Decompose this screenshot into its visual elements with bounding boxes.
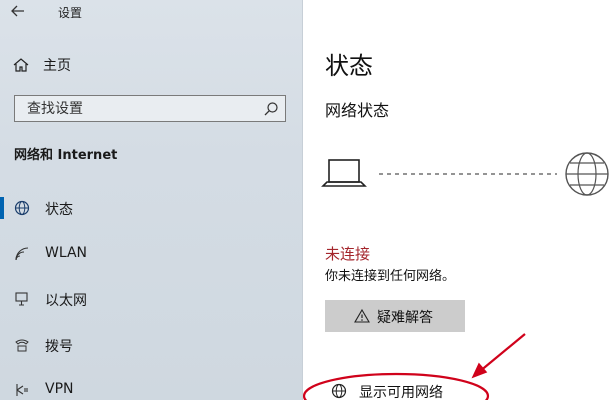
- search-box[interactable]: [14, 95, 286, 122]
- network-diagram: [321, 152, 609, 196]
- annotation-arrow: [471, 333, 526, 379]
- wifi-icon: [14, 246, 32, 262]
- search-input[interactable]: [27, 100, 257, 118]
- vpn-icon: [14, 382, 32, 398]
- troubleshoot-label: 疑难解答: [377, 310, 433, 326]
- sidebar-item-label: 状态: [45, 202, 73, 218]
- sidebar-item-vpn[interactable]: VPN: [0, 375, 300, 400]
- show-networks-label: 显示可用网络: [359, 385, 443, 400]
- home-label: 主页: [43, 58, 71, 74]
- sidebar-item-wlan[interactable]: WLAN: [0, 239, 300, 269]
- page-title: 状态: [325, 52, 373, 80]
- search-icon[interactable]: [263, 101, 279, 117]
- warning-icon: [354, 308, 370, 324]
- section-header: 网络和 Internet: [14, 148, 118, 163]
- connection-status: 未连接: [325, 245, 371, 263]
- sidebar-item-dialup[interactable]: 拨号: [0, 330, 300, 360]
- sidebar-item-status[interactable]: 状态: [0, 193, 300, 223]
- globe-icon: [565, 152, 609, 196]
- title-bar: 设置: [0, 0, 303, 26]
- dialup-icon: [14, 337, 32, 353]
- sidebar-item-label: 拨号: [45, 339, 73, 355]
- troubleshoot-button[interactable]: 疑难解答: [325, 300, 465, 332]
- sidebar-item-label: WLAN: [45, 245, 88, 261]
- back-arrow-icon: [11, 5, 24, 17]
- globe-icon: [331, 383, 347, 399]
- ethernet-icon: [14, 291, 32, 307]
- back-button[interactable]: [10, 3, 32, 21]
- laptop-icon: [321, 159, 367, 187]
- main-content: 状态 网络状态 未连接 你未连接到任何网络。 疑难解答 显示可用网络: [303, 0, 613, 400]
- connection-description: 你未连接到任何网络。: [325, 269, 456, 284]
- selected-indicator: [0, 197, 4, 219]
- network-status-heading: 网络状态: [325, 101, 390, 120]
- window-title: 设置: [58, 6, 83, 20]
- globe-icon: [14, 200, 32, 216]
- home-icon: [12, 56, 32, 74]
- sidebar: 设置 主页 网络和 Internet 状态: [0, 0, 303, 400]
- sidebar-item-label: 以太网: [45, 293, 87, 309]
- sidebar-item-ethernet[interactable]: 以太网: [0, 284, 300, 314]
- show-available-networks-link[interactable]: 显示可用网络: [325, 380, 525, 400]
- sidebar-item-label: VPN: [45, 381, 74, 397]
